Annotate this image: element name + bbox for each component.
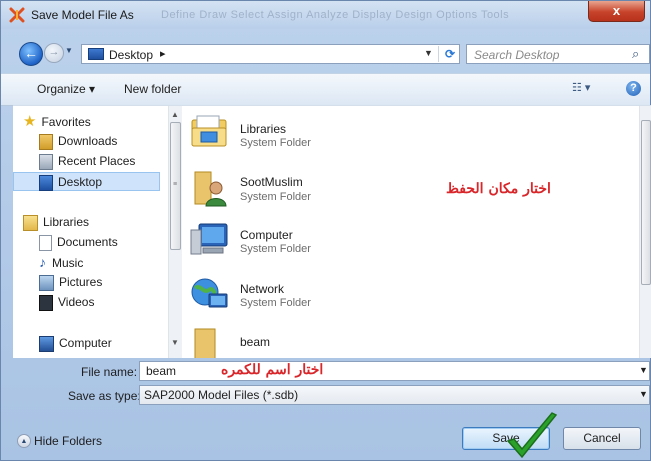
organize-button[interactable]: Organize ▾ <box>37 82 95 96</box>
recent-pages-dropdown-icon[interactable]: ▼ <box>65 46 73 55</box>
command-bar: Organize ▾ New folder ☷ ▾ ? <box>1 73 650 106</box>
file-name-label: File name: <box>81 365 138 379</box>
navigation-pane-scrollbar[interactable]: ▲ ≡ ▼ <box>168 106 182 358</box>
sidebar-item-documents[interactable]: Documents <box>39 233 118 252</box>
navigation-bar: ← → ▼ Desktop ▸ ▼ ⟳ Search Desktop ⌕ <box>1 31 650 71</box>
close-button[interactable]: x <box>588 1 645 22</box>
checkmark-icon <box>506 412 558 459</box>
documents-icon <box>39 234 52 251</box>
name-annotation: اختار اسم للكمره <box>221 362 324 378</box>
sidebar-item-libraries[interactable]: Libraries <box>23 213 89 232</box>
computer-icon <box>190 223 228 255</box>
cancel-button[interactable]: Cancel <box>563 427 641 450</box>
libraries-folder-icon <box>191 115 227 147</box>
file-name-input[interactable]: beam <box>146 364 176 378</box>
search-icon[interactable]: ⌕ <box>632 46 639 62</box>
music-icon: ♪ <box>39 254 46 270</box>
sidebar-item-favorites[interactable]: ★ Favorites <box>23 112 91 131</box>
computer-icon <box>39 335 54 352</box>
sidebar-item-computer[interactable]: Computer <box>39 334 112 353</box>
sidebar-item-recent-places[interactable]: Recent Places <box>39 152 135 171</box>
hide-folders-button[interactable]: Hide Folders <box>34 434 102 448</box>
grip-icon: ≡ <box>173 181 178 188</box>
desktop-icon <box>39 174 53 191</box>
sidebar-item-downloads[interactable]: Downloads <box>39 132 117 151</box>
refresh-icon[interactable]: ⟳ <box>438 46 461 62</box>
pictures-icon <box>39 274 54 291</box>
address-breadcrumb[interactable]: Desktop <box>109 48 153 62</box>
videos-icon <box>39 294 53 311</box>
folder-icon <box>194 328 216 358</box>
file-list: Libraries System Folder SootMuslim Syste… <box>183 106 639 358</box>
sap-app-icon <box>9 7 25 23</box>
search-box[interactable]: Search Desktop ⌕ <box>466 44 650 64</box>
network-icon <box>191 278 228 308</box>
address-bar[interactable]: Desktop ▸ ▼ ⟳ <box>81 44 460 64</box>
sidebar-item-desktop[interactable]: Desktop <box>13 172 160 191</box>
location-annotation: اختار مكان الحفظ <box>446 181 551 197</box>
breadcrumb-chevron-icon[interactable]: ▸ <box>160 47 166 60</box>
navigation-pane: ★ Favorites Downloads Recent Places Deskt… <box>13 106 167 358</box>
file-list-scrollbar[interactable] <box>639 106 651 358</box>
save-type-dropdown-icon[interactable]: ▼ <box>639 389 648 399</box>
scroll-down-icon[interactable]: ▼ <box>171 338 179 347</box>
address-dropdown-icon[interactable]: ▼ <box>424 48 433 58</box>
sidebar-item-pictures[interactable]: Pictures <box>39 273 102 292</box>
chevron-up-icon[interactable]: ▲ <box>17 434 31 448</box>
downloads-icon <box>39 133 53 150</box>
title-bar: Save Model File As Define Draw Select As… <box>1 1 650 29</box>
background-menu-text: Define Draw Select Assign Analyze Displa… <box>161 9 510 21</box>
file-name-dropdown-icon[interactable]: ▼ <box>639 365 648 375</box>
new-folder-button[interactable]: New folder <box>124 82 181 96</box>
back-button[interactable]: ← <box>19 42 43 66</box>
file-name-field[interactable]: beam ▼ <box>139 361 650 381</box>
scroll-up-icon[interactable]: ▲ <box>171 110 179 119</box>
sidebar-item-videos[interactable]: Videos <box>39 293 94 312</box>
change-view-icon[interactable]: ☷ ▾ <box>572 81 590 94</box>
scrollbar-thumb[interactable] <box>641 120 651 285</box>
save-type-label: Save as type: <box>68 389 141 403</box>
sidebar-item-music[interactable]: ♪ Music <box>39 253 83 272</box>
help-icon[interactable]: ? <box>626 81 641 96</box>
window-title: Save Model File As <box>31 8 134 22</box>
recent-places-icon <box>39 153 53 170</box>
save-dialog: Save Model File As Define Draw Select As… <box>0 0 651 461</box>
scrollbar-thumb[interactable]: ≡ <box>170 122 181 250</box>
browser-pane: ★ Favorites Downloads Recent Places Deskt… <box>13 105 651 358</box>
desktop-icon <box>88 48 104 60</box>
save-type-select[interactable]: SAP2000 Model Files (*.sdb) ▼ <box>139 385 650 405</box>
search-input[interactable]: Search Desktop <box>474 48 559 62</box>
star-icon: ★ <box>23 113 37 130</box>
libraries-icon <box>23 214 38 231</box>
forward-button[interactable]: → <box>44 43 64 63</box>
user-folder-icon <box>194 171 227 207</box>
save-type-value: SAP2000 Model Files (*.sdb) <box>144 388 299 402</box>
